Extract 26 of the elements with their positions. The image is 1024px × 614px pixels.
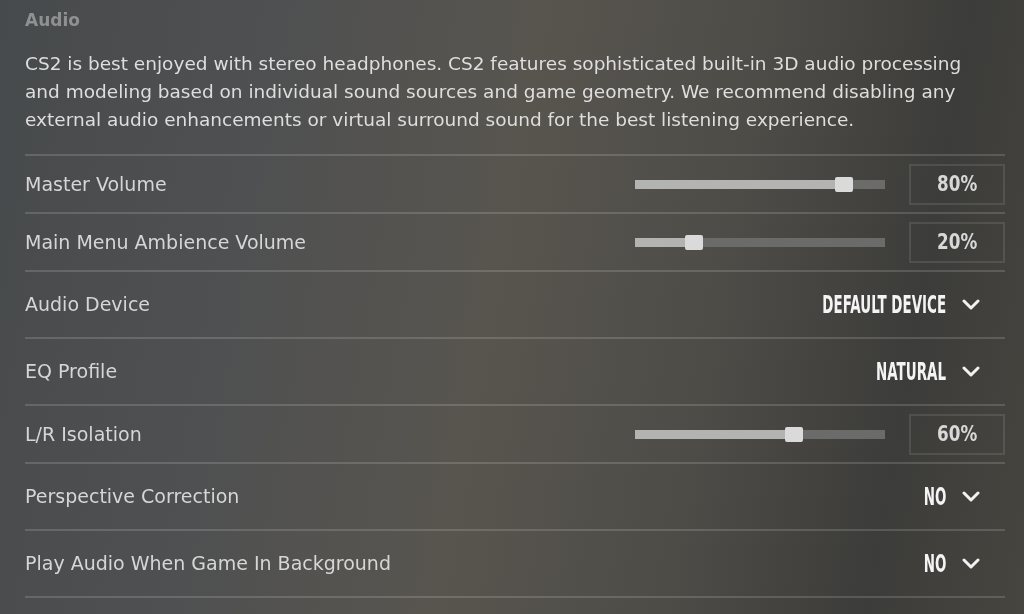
slider-thumb[interactable] [835,176,853,192]
chevron-down-icon [962,366,980,377]
chevron-down-icon [962,299,980,310]
dropdown-select[interactable]: NO [905,484,980,509]
dropdown-select[interactable]: NATURAL [821,359,980,384]
value-field[interactable]: 20% [909,221,1005,263]
slider-thumb[interactable] [785,426,803,442]
dropdown-select[interactable]: DEFAULT DEVICE [724,292,980,317]
chevron-down-icon [962,491,980,502]
chevron-down-icon [962,558,980,569]
value-field[interactable]: 80% [909,163,1005,205]
section-description: CS2 is best enjoyed with stereo headphones. CS2 features sophisticated built-in 3D audio processing and modeling based on individual sound sources and game geometry. We recommend disabling any external audio enhancements or virtual surround sound for the best listening experience. [25,52,963,132]
slider-track[interactable] [635,429,885,439]
slider-thumb[interactable] [685,234,703,250]
setting-label: L/R Isolation [25,424,143,444]
setting-label: Perspective Correction [25,487,241,506]
slider-track[interactable] [635,179,885,189]
value-field[interactable]: 60% [909,413,1005,455]
setting-label: Audio Device [25,295,152,314]
setting-label: Main Menu Ambience Volume [25,232,308,252]
setting-label: EQ Profile [25,362,119,381]
dropdown-select[interactable]: NO [905,551,980,576]
slider-track[interactable] [635,237,885,247]
setting-label: Play Audio When Game In Background [25,554,392,573]
section-title: Audio [25,9,81,32]
setting-label: Master Volume [25,174,168,194]
